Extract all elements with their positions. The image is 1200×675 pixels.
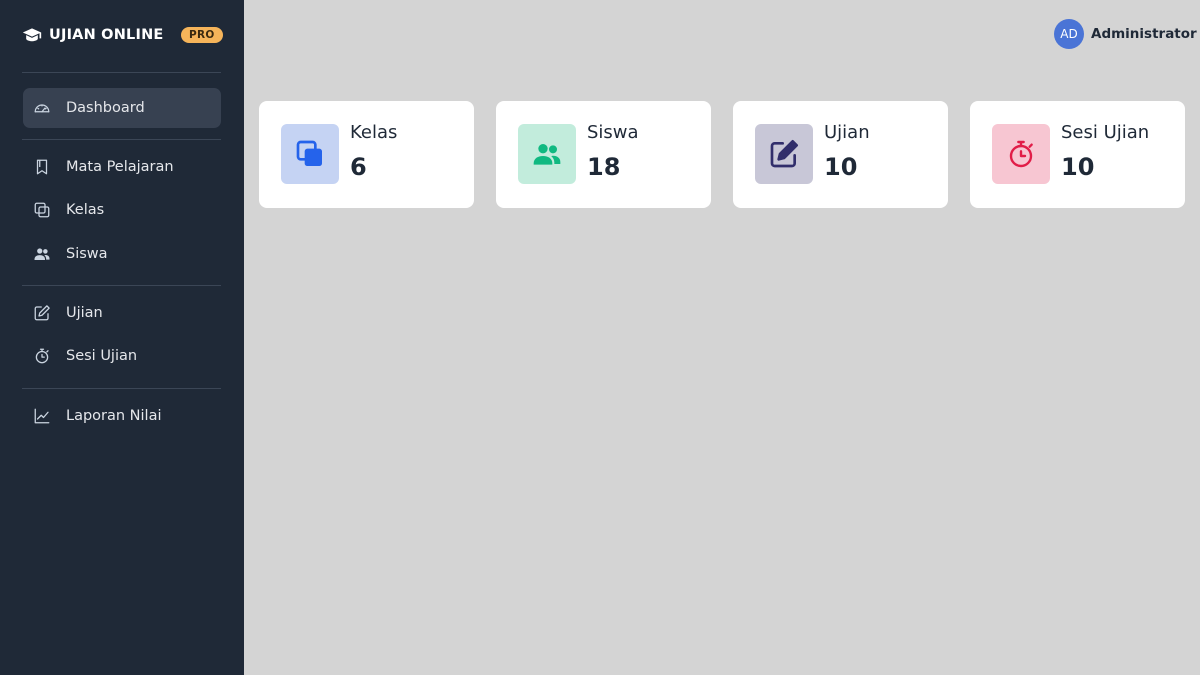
sidebar-divider [22, 139, 221, 140]
avatar[interactable]: AD [1054, 19, 1084, 49]
sidebar-item-label: Dashboard [66, 100, 145, 116]
users-icon [33, 245, 51, 263]
users-icon [518, 124, 576, 184]
stat-card-value: 6 [350, 153, 367, 181]
bookmark-icon [33, 158, 51, 176]
brand[interactable]: UJIAN ONLINE PRO [22, 24, 223, 46]
stat-card-kelas[interactable]: Kelas 6 [259, 101, 474, 208]
edit-icon [755, 124, 813, 184]
sidebar-divider [22, 285, 221, 286]
sidebar-item-label: Sesi Ujian [66, 348, 138, 364]
sidebar-divider [22, 72, 221, 73]
sidebar-item-mata-pelajaran[interactable]: Mata Pelajaran [23, 147, 221, 187]
copy-icon [281, 124, 339, 184]
sidebar-item-label: Mata Pelajaran [66, 159, 174, 175]
stat-card-sesi-ujian[interactable]: Sesi Ujian 10 [970, 101, 1185, 208]
sidebar-item-label: Ujian [66, 305, 103, 321]
sidebar: UJIAN ONLINE PRO Dashboard Mata Pelajara… [0, 0, 244, 675]
stat-card-ujian[interactable]: Ujian 10 [733, 101, 948, 208]
user-name[interactable]: Administrator [1091, 26, 1197, 42]
stat-card-siswa[interactable]: Siswa 18 [496, 101, 711, 208]
stat-card-value: 10 [824, 153, 858, 181]
sidebar-item-laporan-nilai[interactable]: Laporan Nilai [23, 396, 221, 436]
copy-icon [33, 201, 51, 219]
graduation-cap-icon [22, 25, 42, 45]
chart-line-icon [33, 407, 51, 425]
stat-card-label: Ujian [824, 122, 870, 143]
stat-card-label: Siswa [587, 122, 639, 143]
sidebar-item-ujian[interactable]: Ujian [23, 293, 221, 333]
stat-card-label: Sesi Ujian [1061, 122, 1150, 143]
brand-name: UJIAN ONLINE [49, 27, 164, 43]
sidebar-item-sesi-ujian[interactable]: Sesi Ujian [23, 336, 221, 376]
edit-icon [33, 304, 51, 322]
user-menu[interactable]: AD Administrator [1054, 19, 1197, 49]
stopwatch-icon [33, 347, 51, 365]
stopwatch-icon [992, 124, 1050, 184]
stat-card-label: Kelas [350, 122, 398, 143]
sidebar-item-label: Siswa [66, 246, 108, 262]
sidebar-item-siswa[interactable]: Siswa [23, 234, 221, 274]
pro-badge: PRO [181, 27, 223, 43]
sidebar-item-label: Kelas [66, 202, 105, 218]
sidebar-item-label: Laporan Nilai [66, 408, 162, 424]
stat-card-value: 10 [1061, 153, 1095, 181]
sidebar-item-kelas[interactable]: Kelas [23, 190, 221, 230]
gauge-icon [33, 99, 51, 117]
sidebar-divider [22, 388, 221, 389]
stat-card-value: 18 [587, 153, 621, 181]
sidebar-item-dashboard[interactable]: Dashboard [23, 88, 221, 128]
